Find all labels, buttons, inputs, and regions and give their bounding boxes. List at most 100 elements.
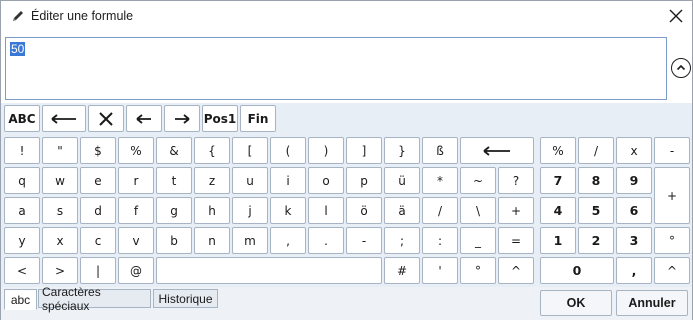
key[interactable]: ß — [422, 137, 458, 164]
key[interactable]: c — [80, 227, 116, 254]
key[interactable]: o — [308, 167, 344, 194]
key[interactable]: b — [156, 227, 192, 254]
key[interactable]: ) — [308, 137, 344, 164]
key[interactable]: l — [308, 197, 344, 224]
backspace-arrow-icon — [483, 145, 510, 156]
key[interactable]: e — [80, 167, 116, 194]
key[interactable]: p — [346, 167, 382, 194]
numpad-key[interactable]: 7 — [540, 167, 576, 194]
key[interactable]: z — [194, 167, 230, 194]
key[interactable]: ° — [460, 257, 496, 284]
numpad-key[interactable]: ^ — [654, 257, 690, 284]
space-key[interactable] — [156, 257, 382, 284]
key[interactable]: u — [232, 167, 268, 194]
key[interactable]: < — [4, 257, 40, 284]
cancel-button[interactable]: Annuler — [616, 290, 688, 316]
numpad-zero-key[interactable]: 0 — [540, 257, 614, 284]
numpad-key[interactable]: ° — [654, 227, 690, 254]
numpad-key[interactable]: 4 — [540, 197, 576, 224]
numpad-key[interactable]: , — [616, 257, 652, 284]
key[interactable]: y — [4, 227, 40, 254]
key[interactable]: ü — [384, 167, 420, 194]
key[interactable]: \ — [460, 197, 496, 224]
numpad-key[interactable]: / — [578, 137, 614, 164]
key[interactable]: @ — [118, 257, 154, 284]
close-button[interactable] — [663, 4, 689, 28]
key[interactable]: + — [498, 197, 534, 224]
key[interactable]: | — [80, 257, 116, 284]
key[interactable]: _ — [460, 227, 496, 254]
key[interactable]: t — [156, 167, 192, 194]
numpad-key[interactable]: 5 — [578, 197, 614, 224]
numpad-key[interactable]: 8 — [578, 167, 614, 194]
ok-button[interactable]: OK — [540, 290, 612, 316]
numpad-key[interactable]: 2 — [578, 227, 614, 254]
numpad-key[interactable]: 6 — [616, 197, 652, 224]
key[interactable]: v — [118, 227, 154, 254]
key[interactable]: : — [422, 227, 458, 254]
key[interactable]: * — [422, 167, 458, 194]
formula-input[interactable]: 50 — [5, 37, 667, 100]
title-bar: Éditer une formule — [1, 1, 692, 32]
key[interactable]: h — [194, 197, 230, 224]
numpad-key[interactable]: 1 — [540, 227, 576, 254]
numpad-key[interactable]: x — [616, 137, 652, 164]
key[interactable]: . — [308, 227, 344, 254]
key[interactable]: w — [42, 167, 78, 194]
collapse-keyboard-button[interactable] — [671, 58, 691, 78]
key[interactable]: x — [42, 227, 78, 254]
key[interactable]: ( — [270, 137, 306, 164]
key[interactable]: % — [118, 137, 154, 164]
key[interactable]: { — [194, 137, 230, 164]
tab-history[interactable]: Historique — [153, 289, 218, 308]
key[interactable]: r — [118, 167, 154, 194]
key[interactable]: $ — [80, 137, 116, 164]
home-button[interactable]: Pos1 — [202, 105, 238, 132]
cursor-right-button[interactable] — [164, 105, 200, 132]
tab-abc[interactable]: abc — [4, 289, 37, 310]
key[interactable]: [ — [232, 137, 268, 164]
key[interactable]: " — [42, 137, 78, 164]
arrow-left-icon — [136, 113, 151, 124]
key[interactable]: ' — [422, 257, 458, 284]
clear-button[interactable] — [88, 105, 124, 132]
key[interactable]: / — [422, 197, 458, 224]
backspace-button[interactable] — [42, 105, 86, 132]
tab-special-characters[interactable]: Caractères spéciaux — [38, 285, 151, 313]
backspace-key[interactable] — [460, 137, 534, 164]
key[interactable]: ! — [4, 137, 40, 164]
key[interactable]: # — [384, 257, 420, 284]
key[interactable]: q — [4, 167, 40, 194]
key[interactable]: s — [42, 197, 78, 224]
key[interactable]: g — [156, 197, 192, 224]
key[interactable]: ; — [384, 227, 420, 254]
key[interactable]: i — [270, 167, 306, 194]
key[interactable]: , — [270, 227, 306, 254]
key[interactable]: k — [270, 197, 306, 224]
numpad-key[interactable]: % — [540, 137, 576, 164]
key[interactable]: } — [384, 137, 420, 164]
key[interactable]: f — [118, 197, 154, 224]
key[interactable]: = — [498, 227, 534, 254]
key[interactable]: m — [232, 227, 268, 254]
numpad-key[interactable]: - — [654, 137, 690, 164]
key[interactable]: a — [4, 197, 40, 224]
end-button[interactable]: Fin — [240, 105, 276, 132]
key[interactable]: j — [232, 197, 268, 224]
numpad-plus-key[interactable]: + — [654, 167, 690, 224]
key[interactable]: - — [346, 227, 382, 254]
key[interactable]: n — [194, 227, 230, 254]
key[interactable]: & — [156, 137, 192, 164]
numpad-key[interactable]: 3 — [616, 227, 652, 254]
cursor-left-button[interactable] — [126, 105, 162, 132]
key[interactable]: ~ — [460, 167, 496, 194]
key[interactable]: > — [42, 257, 78, 284]
key[interactable]: ö — [346, 197, 382, 224]
abc-mode-button[interactable]: ABC — [4, 105, 40, 132]
key[interactable]: ^ — [498, 257, 534, 284]
key[interactable]: d — [80, 197, 116, 224]
key[interactable]: ? — [498, 167, 534, 194]
key[interactable]: ] — [346, 137, 382, 164]
numpad-key[interactable]: 9 — [616, 167, 652, 194]
key[interactable]: ä — [384, 197, 420, 224]
